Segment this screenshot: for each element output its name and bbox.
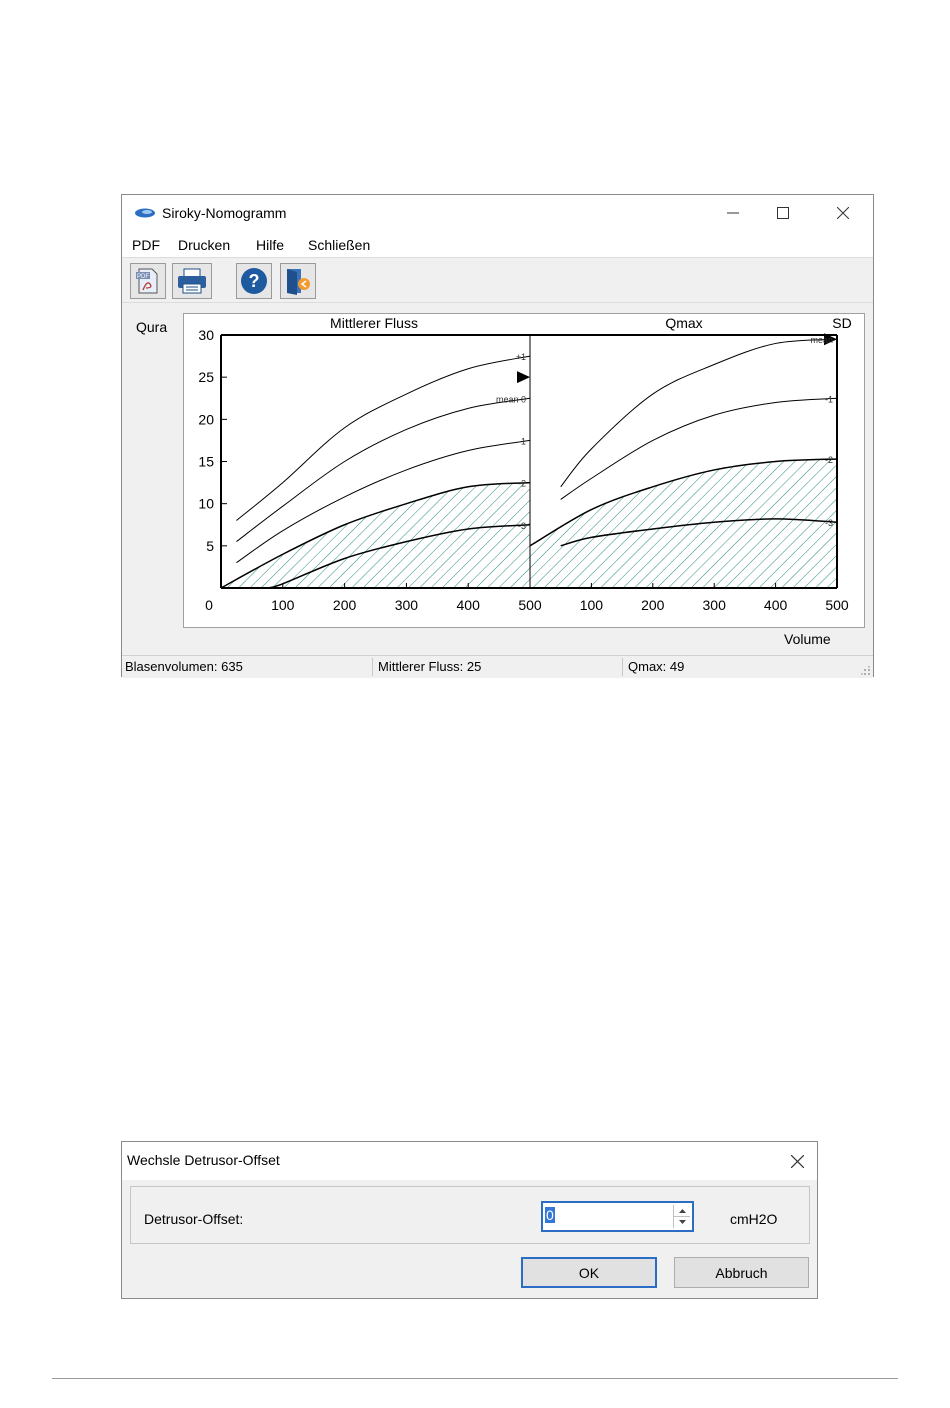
- series-label: -2: [825, 455, 833, 465]
- panel-title: Qmax: [665, 315, 702, 331]
- siroky-window: Siroky-Nomogramm PDF Drucken Hilfe Schli…: [121, 194, 874, 678]
- detrusor-offset-label: Detrusor-Offset:: [144, 1211, 244, 1227]
- panel-title: Mittlerer Fluss: [330, 315, 418, 331]
- series-label: -1: [825, 394, 833, 404]
- x-tick-label: 400: [457, 597, 481, 613]
- x-tick-label: 100: [580, 597, 604, 613]
- unit-label: cmH2O: [730, 1211, 778, 1227]
- page-footer-rule: [52, 1378, 898, 1379]
- maximize-icon: [777, 207, 789, 219]
- series-label: -3: [518, 521, 526, 531]
- spin-down-button[interactable]: [674, 1216, 690, 1227]
- hatched-area: [221, 482, 530, 588]
- dialog-close-button[interactable]: [785, 1150, 809, 1172]
- minimize-button[interactable]: [710, 199, 756, 227]
- svg-text:PDF: PDF: [137, 274, 149, 280]
- chevron-down-icon: [678, 1219, 686, 1224]
- detrusor-offset-dialog: Wechsle Detrusor-Offset Detrusor-Offset:…: [121, 1141, 818, 1299]
- close-icon: [790, 1154, 804, 1168]
- series-label: mean: [810, 335, 833, 345]
- y-axis-label: Qura: [136, 319, 168, 335]
- y-tick-label: 20: [198, 411, 214, 427]
- y-tick-label: 30: [198, 327, 214, 343]
- minimize-icon: [727, 212, 739, 214]
- menu-hilfe[interactable]: Hilfe: [256, 237, 284, 253]
- y-tick-label: 5: [206, 538, 214, 554]
- series-label: -3: [825, 518, 833, 528]
- status-qmax: Qmax: 49: [628, 659, 685, 674]
- series-label: mean 0: [496, 394, 526, 404]
- menu-schliessen[interactable]: Schließen: [308, 237, 370, 253]
- series-label: -2: [518, 479, 526, 489]
- menu-pdf[interactable]: PDF: [132, 237, 160, 253]
- close-icon: [837, 207, 849, 219]
- x-axis-label: Volume: [784, 631, 831, 647]
- x-tick-label: 200: [333, 597, 357, 613]
- x-tick-label: 200: [641, 597, 665, 613]
- detrusor-offset-value[interactable]: 0: [545, 1207, 555, 1223]
- exit-button[interactable]: [280, 263, 316, 299]
- help-button[interactable]: ?: [236, 263, 272, 299]
- status-mittlerer-fluss: Mittlerer Fluss: 25: [378, 659, 482, 674]
- spin-buttons: [673, 1205, 690, 1228]
- detrusor-offset-input[interactable]: 0: [541, 1201, 694, 1232]
- menu-drucken[interactable]: Drucken: [178, 237, 230, 253]
- exit-icon: [287, 269, 310, 295]
- status-separator: [372, 658, 373, 676]
- x-tick-label: 500: [825, 597, 849, 613]
- status-bar: Blasenvolumen: 635 Mittlerer Fluss: 25 Q…: [122, 655, 873, 678]
- title-bar: Siroky-Nomogramm: [122, 195, 873, 231]
- close-button[interactable]: [820, 199, 866, 227]
- series-label: +1: [516, 352, 526, 362]
- x-tick-label: 100: [271, 597, 295, 613]
- x-tick-label: 300: [395, 597, 419, 613]
- status-blasenvolumen: Blasenvolumen: 635: [125, 659, 243, 674]
- x-tick-label: 300: [703, 597, 727, 613]
- help-icon: ?: [241, 268, 267, 294]
- window-title: Siroky-Nomogramm: [162, 205, 287, 221]
- x-tick-label: 400: [764, 597, 788, 613]
- ok-button[interactable]: OK: [521, 1257, 657, 1288]
- y-tick-label: 0: [205, 597, 213, 613]
- print-button[interactable]: [172, 263, 212, 299]
- sd-label: SD: [832, 315, 851, 331]
- x-tick-label: 500: [518, 597, 542, 613]
- nomogram-chart: 30 25 20 15 10 5 0 100 200 300 400 500 Mittlerer Flu…: [183, 313, 865, 628]
- dialog-title: Wechsle Detrusor-Offset: [127, 1152, 280, 1168]
- toolbar: PDF ?: [122, 257, 873, 303]
- chevron-up-icon: [678, 1208, 686, 1213]
- y-tick-label: 25: [198, 369, 214, 385]
- y-tick-label: 10: [198, 496, 214, 512]
- printer-icon: [178, 268, 206, 294]
- pdf-button[interactable]: PDF: [130, 263, 166, 299]
- nomogram-svg: 30 25 20 15 10 5 0 100 200 300 400 500 Mittlerer Flu…: [198, 315, 851, 613]
- series-label: -1: [518, 436, 526, 446]
- dialog-title-bar: Wechsle Detrusor-Offset: [122, 1142, 817, 1180]
- offset-group: Detrusor-Offset: 0 cmH2O: [130, 1186, 810, 1244]
- y-tick-label: 15: [198, 454, 214, 470]
- pdf-icon: PDF: [136, 268, 158, 294]
- maximize-button[interactable]: [760, 199, 806, 227]
- value-marker-icon: [517, 371, 530, 384]
- cancel-button[interactable]: Abbruch: [674, 1257, 809, 1288]
- resize-grip-icon[interactable]: [861, 666, 871, 676]
- hatched-area: [530, 458, 837, 588]
- app-icon: [135, 208, 155, 218]
- svg-text:?: ?: [249, 271, 260, 291]
- status-separator: [622, 658, 623, 676]
- menu-bar: PDF Drucken Hilfe Schließen: [122, 231, 873, 257]
